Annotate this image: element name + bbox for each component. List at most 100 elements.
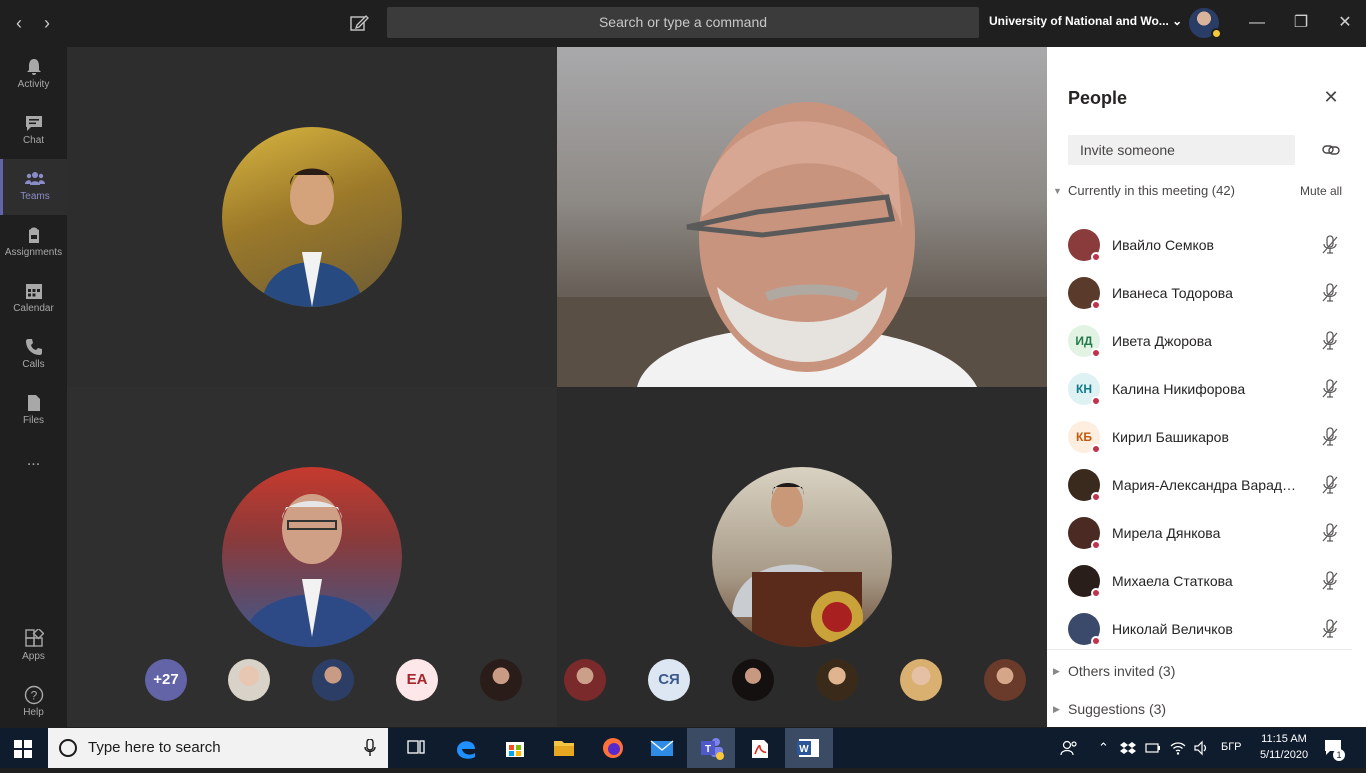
rail-label: Teams bbox=[20, 191, 50, 202]
mic-muted-icon[interactable] bbox=[1320, 378, 1340, 400]
input-language[interactable]: БГР bbox=[1221, 741, 1242, 753]
org-switcher[interactable]: University of National and Wo... ⌄ bbox=[989, 14, 1182, 28]
rail-label: Calls bbox=[22, 359, 45, 370]
wifi-icon[interactable] bbox=[1170, 740, 1186, 756]
word-icon[interactable]: W bbox=[785, 728, 833, 768]
rail-chat[interactable]: Chat bbox=[0, 103, 67, 159]
mic-muted-icon[interactable] bbox=[1320, 474, 1340, 496]
compose-icon[interactable] bbox=[348, 12, 370, 34]
rail-label: Apps bbox=[22, 651, 45, 662]
teams-app-icon[interactable]: T bbox=[687, 728, 735, 768]
presence-busy-indicator bbox=[1091, 636, 1101, 646]
acrobat-icon[interactable] bbox=[736, 728, 784, 768]
mic-muted-icon[interactable] bbox=[1320, 330, 1340, 352]
link-icon[interactable] bbox=[1322, 141, 1340, 159]
command-search-input[interactable]: Search or type a command bbox=[387, 7, 979, 38]
participant-avatar bbox=[222, 467, 402, 647]
taskbar-search-placeholder: Type here to search bbox=[88, 739, 221, 756]
participant-row[interactable]: КН Калина Никифорова bbox=[1068, 373, 1358, 421]
participant-row[interactable]: Михаела Статкова bbox=[1068, 565, 1358, 613]
maximize-button[interactable]: ❐ bbox=[1290, 12, 1312, 34]
participant-avatar[interactable] bbox=[480, 659, 522, 701]
more-icon: ... bbox=[26, 452, 41, 469]
clock-date[interactable]: 5/11/2020 bbox=[1256, 749, 1312, 761]
participant-avatar[interactable]: СЯ bbox=[648, 659, 690, 701]
speaker-video[interactable] bbox=[557, 47, 1047, 387]
others-invited-header[interactable]: Others invited (3) bbox=[1068, 663, 1175, 679]
current-participants-header[interactable]: Currently in this meeting (42) bbox=[1068, 183, 1235, 198]
task-view-icon[interactable] bbox=[392, 728, 440, 768]
participant-avatar[interactable] bbox=[228, 659, 270, 701]
rail-label: Files bbox=[22, 415, 45, 426]
rail-calendar[interactable]: Calendar bbox=[0, 271, 67, 327]
participant-avatar[interactable] bbox=[312, 659, 354, 701]
clock-time[interactable]: 11:15 AM bbox=[1256, 733, 1312, 745]
presence-busy-indicator bbox=[1091, 492, 1101, 502]
participant-avatar[interactable] bbox=[900, 659, 942, 701]
participant-avatar[interactable]: EA bbox=[396, 659, 438, 701]
participant-avatar[interactable] bbox=[564, 659, 606, 701]
rail-assignments[interactable]: Assignments bbox=[0, 215, 67, 271]
app-rail: Activity Chat Teams Assignments Calendar… bbox=[0, 47, 67, 727]
participant-row[interactable]: КБ Кирил Башикаров bbox=[1068, 421, 1358, 469]
invite-input[interactable]: Invite someone bbox=[1068, 135, 1295, 165]
more-apps-button[interactable]: ... bbox=[0, 451, 67, 481]
file-explorer-icon[interactable] bbox=[540, 728, 588, 768]
calendar-icon bbox=[25, 284, 42, 299]
participant-row[interactable]: Иванеса Тодорова bbox=[1068, 277, 1358, 325]
mic-muted-icon[interactable] bbox=[1320, 522, 1340, 544]
microphone-icon[interactable] bbox=[364, 739, 376, 757]
volume-icon[interactable] bbox=[1193, 740, 1209, 756]
presence-busy-indicator bbox=[1091, 444, 1101, 454]
windows-start-icon[interactable] bbox=[14, 740, 32, 758]
mic-muted-icon[interactable] bbox=[1320, 426, 1340, 448]
participant-row[interactable]: Ивайло Семков bbox=[1068, 229, 1358, 277]
presence-busy-indicator bbox=[1091, 540, 1101, 550]
mute-all-button[interactable]: Mute all bbox=[1300, 184, 1342, 198]
firefox-icon[interactable] bbox=[589, 728, 637, 768]
phone-icon bbox=[25, 339, 42, 355]
minimize-button[interactable]: — bbox=[1246, 12, 1268, 34]
mail-icon[interactable] bbox=[638, 728, 686, 768]
taskbar-search-input[interactable]: Type here to search bbox=[48, 728, 388, 768]
rail-teams[interactable]: Teams bbox=[0, 159, 67, 215]
chevron-up-icon[interactable]: ⌃ bbox=[1098, 740, 1109, 756]
battery-icon[interactable] bbox=[1145, 741, 1161, 755]
rail-calls[interactable]: Calls bbox=[0, 327, 67, 383]
chevron-right-icon[interactable]: ▶ bbox=[1053, 704, 1060, 715]
chevron-left-icon[interactable]: ‹ bbox=[9, 12, 29, 34]
rail-help[interactable]: ? Help bbox=[0, 675, 67, 731]
participant-row[interactable]: ИД Ивета Джорова bbox=[1068, 325, 1358, 373]
participant-row[interactable]: Мария-Александра Варадинова bbox=[1068, 469, 1358, 517]
participant-avatar[interactable] bbox=[732, 659, 774, 701]
presence-busy-indicator bbox=[1091, 300, 1101, 310]
dropbox-icon[interactable] bbox=[1120, 740, 1136, 756]
rail-files[interactable]: Files bbox=[0, 383, 67, 439]
chevron-down-icon[interactable]: ▼ bbox=[1053, 186, 1062, 196]
chevron-right-icon[interactable]: › bbox=[37, 12, 57, 34]
rail-apps[interactable]: Apps bbox=[0, 619, 67, 675]
participant-row[interactable]: Мирела Дянкова bbox=[1068, 517, 1358, 565]
divider bbox=[1047, 649, 1352, 650]
participant-avatar[interactable] bbox=[816, 659, 858, 701]
mic-muted-icon[interactable] bbox=[1320, 618, 1340, 640]
mic-muted-icon[interactable] bbox=[1320, 570, 1340, 592]
presence-busy-indicator bbox=[1091, 396, 1101, 406]
mic-muted-icon[interactable] bbox=[1320, 234, 1340, 256]
rail-activity[interactable]: Activity bbox=[0, 47, 67, 103]
close-button[interactable]: ✕ bbox=[1334, 12, 1356, 34]
overflow-participants-button[interactable]: +27 bbox=[145, 659, 187, 701]
mic-muted-icon[interactable] bbox=[1320, 282, 1340, 304]
people-icon[interactable] bbox=[1060, 739, 1078, 757]
edge-icon[interactable] bbox=[442, 728, 490, 768]
participant-row[interactable]: Николай Величков bbox=[1068, 613, 1358, 661]
participant-avatar[interactable] bbox=[984, 659, 1026, 701]
participant-name: Мария-Александра Варадинова bbox=[1112, 477, 1302, 493]
chevron-right-icon[interactable]: ▶ bbox=[1053, 666, 1060, 677]
store-icon[interactable] bbox=[491, 728, 539, 768]
svg-text:W: W bbox=[799, 744, 809, 755]
close-icon[interactable]: ✕ bbox=[1321, 87, 1341, 107]
teams-icon bbox=[25, 172, 45, 185]
suggestions-header[interactable]: Suggestions (3) bbox=[1068, 701, 1166, 717]
org-name: University of National and Wo... bbox=[989, 14, 1169, 28]
